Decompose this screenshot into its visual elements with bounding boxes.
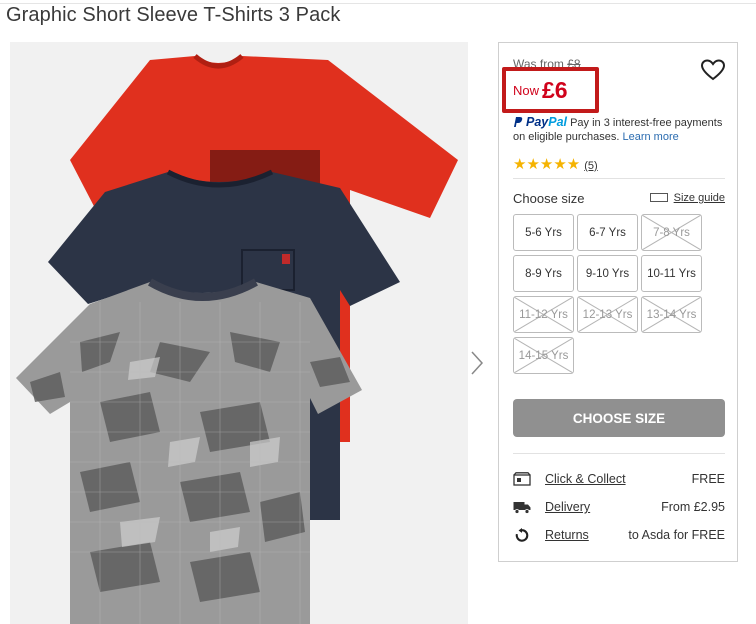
size-option[interactable]: 9-10 Yrs xyxy=(577,255,638,292)
size-option[interactable]: 7-8 Yrs xyxy=(641,214,702,251)
store-icon xyxy=(513,472,531,486)
paypal-icon xyxy=(514,117,523,127)
size-guide-label: Size guide xyxy=(673,192,725,204)
size-option[interactable]: 8-9 Yrs xyxy=(513,255,574,292)
size-option-label: 6-7 Yrs xyxy=(589,226,626,239)
size-option-label: 14-15 Yrs xyxy=(518,349,569,362)
size-option-label: 7-8 Yrs xyxy=(653,226,690,239)
returns-value: to Asda for FREE xyxy=(628,528,725,542)
truck-icon xyxy=(513,502,531,514)
size-option-label: 12-13 Yrs xyxy=(582,308,633,321)
now-price: Now £6 xyxy=(513,77,568,104)
now-price-label: Now xyxy=(513,83,540,98)
product-image xyxy=(10,42,468,624)
size-option-label: 11-12 Yrs xyxy=(519,308,568,321)
size-option-label: 9-10 Yrs xyxy=(585,267,630,280)
delivery-row: Delivery From £2.95 xyxy=(513,497,725,517)
heart-icon[interactable] xyxy=(701,59,725,81)
paypal-info: PayPal Pay in 3 interest-free payments o… xyxy=(513,115,735,144)
size-option-label: 13-14 Yrs xyxy=(646,308,697,321)
click-collect-row: Click & Collect FREE xyxy=(513,469,725,489)
size-option[interactable]: 6-7 Yrs xyxy=(577,214,638,251)
returns-row: Returns to Asda for FREE xyxy=(513,525,725,545)
purchase-panel: Was from £8 Now £6 PayPal Pay in 3 intere… xyxy=(498,42,738,562)
click-collect-value: FREE xyxy=(691,472,725,486)
size-option[interactable]: 12-13 Yrs xyxy=(577,296,638,333)
size-option[interactable]: 5-6 Yrs xyxy=(513,214,574,251)
delivery-link[interactable]: Delivery xyxy=(545,500,590,514)
size-option[interactable]: 13-14 Yrs xyxy=(641,296,702,333)
size-option[interactable]: 14-15 Yrs xyxy=(513,337,574,374)
review-count-link[interactable]: (5) xyxy=(584,160,597,172)
size-option[interactable]: 10-11 Yrs xyxy=(641,255,702,292)
divider xyxy=(513,178,725,179)
size-options: 5-6 Yrs 6-7 Yrs 7-8 Yrs 8-9 Yrs 9-10 Yrs 10-1… xyxy=(513,214,729,374)
returns-link[interactable]: Returns xyxy=(545,528,589,542)
gallery-next-arrow[interactable] xyxy=(470,350,488,376)
product-title: Graphic Short Sleeve T-Shirts 3 Pack xyxy=(6,4,341,26)
return-icon xyxy=(515,528,529,542)
rating-stars: ★★★★★ xyxy=(513,156,581,173)
now-price-value: £6 xyxy=(542,77,568,103)
size-option-label: 5-6 Yrs xyxy=(525,226,562,239)
ruler-icon xyxy=(649,193,668,202)
size-guide-link[interactable]: Size guide xyxy=(649,192,725,204)
size-option-label: 10-11 Yrs xyxy=(647,267,696,280)
rating: ★★★★★ (5) xyxy=(513,155,598,173)
paypal-learn-more-link[interactable]: Learn more xyxy=(622,131,678,143)
size-option[interactable]: 11-12 Yrs xyxy=(513,296,574,333)
size-option-label: 8-9 Yrs xyxy=(525,267,562,280)
paypal-logo: PayPal xyxy=(526,115,568,129)
click-collect-link[interactable]: Click & Collect xyxy=(545,472,626,486)
chevron-right-icon xyxy=(471,351,484,375)
choose-size-label: Choose size xyxy=(513,191,585,206)
delivery-value: From £2.95 xyxy=(661,500,725,514)
tshirts-illustration xyxy=(16,54,458,624)
divider xyxy=(513,453,725,454)
choose-size-button[interactable]: CHOOSE SIZE xyxy=(513,399,725,437)
